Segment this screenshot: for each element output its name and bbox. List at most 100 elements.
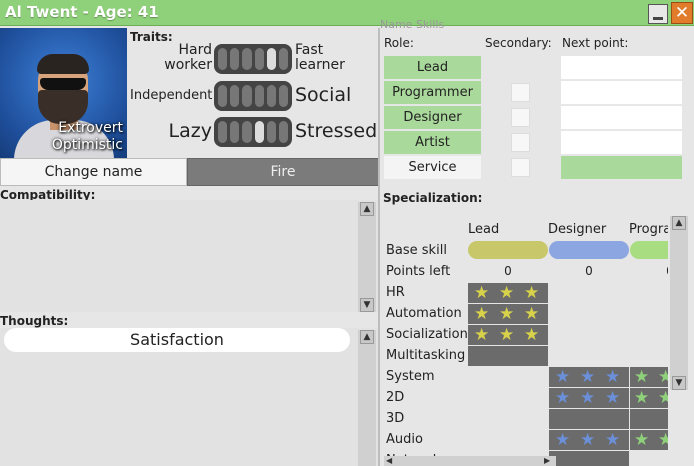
points-left-designer: 0: [585, 264, 593, 278]
slider-segment: [218, 48, 228, 70]
scroll-left-arrow-icon[interactable]: ◀: [386, 456, 396, 466]
slider-segment: [242, 48, 252, 70]
slider-segment: [266, 85, 276, 107]
secondary-designer-checkbox[interactable]: [511, 108, 530, 127]
star-icon: ★: [555, 430, 571, 450]
next-point-header: Next point:: [562, 36, 629, 50]
spec-row-label: Audio: [386, 432, 423, 447]
specialization-label: Specialization:: [383, 191, 483, 205]
scroll-right-arrow-icon[interactable]: ▶: [544, 456, 554, 466]
trait-slider-lazy-stressed: [214, 117, 292, 147]
specialization-vscrollbar[interactable]: ▲ ▼: [670, 216, 688, 390]
role-lead-button[interactable]: Lead: [384, 56, 481, 80]
points-left-lead: 0: [504, 264, 512, 278]
role-header: Role:: [384, 36, 414, 50]
spec-row-label: Base skill: [386, 243, 447, 258]
next-point-cell: [561, 156, 682, 180]
secondary-service-checkbox[interactable]: [511, 158, 530, 177]
spec-cell-3d[interactable]: [549, 409, 629, 429]
trait-right-label: Fast learner: [295, 42, 345, 73]
role-programmer-button[interactable]: Programmer: [384, 81, 481, 105]
portrait-hair: [37, 54, 89, 74]
star-icon: ★: [524, 325, 540, 345]
specialization-hscrollbar[interactable]: ◀ ▶: [384, 456, 556, 466]
star-icon: ★: [524, 304, 540, 324]
scroll-down-arrow-icon[interactable]: ▼: [672, 376, 686, 390]
spec-cell-system-prog[interactable]: ★ ★: [630, 367, 668, 387]
spec-cell-hr[interactable]: ★ ★ ★: [468, 283, 548, 303]
slider-segment: [242, 121, 252, 143]
scroll-up-arrow-icon[interactable]: ▲: [360, 330, 374, 344]
star-icon: ★: [634, 430, 650, 450]
spec-cell-system[interactable]: ★ ★ ★: [549, 367, 629, 387]
personality-tags: Extrovert Optimistic: [52, 120, 123, 154]
spec-cell-2d-prog[interactable]: ★ ★: [630, 388, 668, 408]
next-point-cell: [561, 131, 682, 155]
spec-row-label: Socialization: [386, 327, 468, 342]
star-icon: ★: [474, 325, 490, 345]
slider-segment: [266, 121, 276, 143]
spec-cell-multitasking[interactable]: [468, 346, 548, 366]
slider-segment: [218, 121, 228, 143]
spec-row-label: Multitasking: [386, 348, 466, 363]
star-icon: ★: [499, 283, 515, 303]
secondary-artist-checkbox[interactable]: [511, 133, 530, 152]
star-icon: ★: [658, 430, 668, 450]
spec-cell-3d-prog[interactable]: [630, 409, 668, 429]
change-name-button[interactable]: Change name: [0, 158, 187, 186]
spec-cell-network[interactable]: [549, 451, 629, 466]
spec-col-programmer: Progra: [629, 222, 668, 237]
star-icon: ★: [499, 304, 515, 324]
next-point-cell: [561, 81, 682, 105]
role-designer-button[interactable]: Designer: [384, 106, 481, 130]
spec-col-lead: Lead: [468, 222, 500, 237]
role-service-button[interactable]: Service: [384, 156, 481, 180]
trait-slider-independent-social: [214, 81, 292, 111]
spec-cell-socialization[interactable]: ★ ★ ★: [468, 325, 548, 345]
employee-portrait: Extrovert Optimistic: [0, 28, 127, 158]
spec-cell-2d[interactable]: ★ ★ ★: [549, 388, 629, 408]
scroll-up-arrow-icon[interactable]: ▲: [672, 216, 686, 230]
trait-slider-work-learning: [214, 44, 292, 74]
star-icon: ★: [658, 367, 668, 387]
trait-left-label: Independent: [130, 88, 213, 103]
specialization-grid: Lead Designer Progra 0 0 0 Base skill Po…: [384, 216, 668, 466]
spec-row-label: Automation: [386, 306, 462, 321]
trait-left-label: Hard worker: [164, 42, 212, 73]
star-icon: ★: [605, 388, 621, 408]
spec-cell-automation[interactable]: ★ ★ ★: [468, 304, 548, 324]
secondary-header: Secondary:: [485, 36, 552, 50]
next-point-cell: [561, 106, 682, 130]
compatibility-scrollbar[interactable]: ▲ ▼: [358, 202, 376, 312]
role-artist-button[interactable]: Artist: [384, 131, 481, 155]
background-header-text: Name Skills: [380, 18, 445, 28]
slider-segment: [278, 121, 289, 143]
star-icon: ★: [474, 304, 490, 324]
secondary-programmer-checkbox[interactable]: [511, 83, 530, 102]
spec-row-label: System: [386, 369, 435, 384]
trait-right-label: Social: [295, 84, 352, 106]
scroll-up-arrow-icon[interactable]: ▲: [360, 202, 374, 216]
trait-right-label: Stressed: [295, 120, 378, 142]
personality-tag: Extrovert: [58, 120, 123, 136]
star-icon: ★: [555, 388, 571, 408]
star-icon: ★: [605, 430, 621, 450]
base-skill-bar-designer: [549, 241, 629, 259]
scroll-down-arrow-icon[interactable]: ▼: [360, 298, 374, 312]
compatibility-list: [0, 200, 378, 312]
star-icon: ★: [499, 325, 515, 345]
spec-col-designer: Designer: [548, 222, 607, 237]
star-icon: ★: [580, 430, 596, 450]
points-left-programmer: 0: [630, 264, 668, 278]
star-icon: ★: [474, 283, 490, 303]
spec-cell-audio[interactable]: ★ ★ ★: [549, 430, 629, 450]
traits-label: Traits:: [130, 30, 173, 44]
star-icon: ★: [580, 388, 596, 408]
star-icon: ★: [634, 388, 650, 408]
slider-segment: [266, 48, 276, 70]
slider-segment: [254, 121, 264, 143]
fire-button[interactable]: Fire: [187, 158, 379, 186]
employee-window: Al Twent - Age: 41 ✕ Name Skills Extrove…: [0, 0, 694, 466]
spec-cell-audio-prog[interactable]: ★ ★: [630, 430, 668, 450]
thoughts-scrollbar[interactable]: ▲: [358, 330, 376, 466]
